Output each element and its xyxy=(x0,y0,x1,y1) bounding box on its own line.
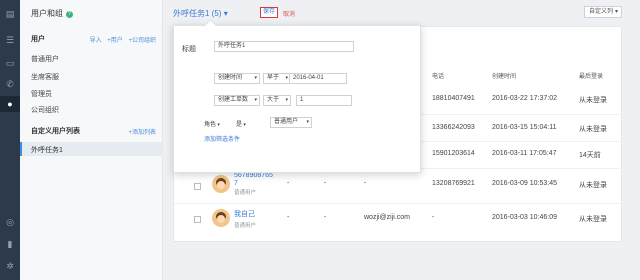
phone-icon[interactable]: ✆ xyxy=(4,78,16,90)
user-role: 普通用户 xyxy=(234,190,257,196)
add-user-link[interactable]: +用户 xyxy=(107,38,123,44)
last-login-cell: 从未登录 xyxy=(579,216,607,223)
user-name-link[interactable]: 我自己 xyxy=(234,211,255,219)
created-cell: 2016-03-11 17:05:47 xyxy=(492,150,557,157)
lists-section-head: 自定义用户列表 xyxy=(31,128,80,135)
sidebar-item-admins[interactable]: 管理员 xyxy=(31,89,52,99)
custom-columns-select[interactable]: 自定义列 xyxy=(584,6,622,18)
rule1-operator-select[interactable]: 早于 xyxy=(263,73,291,84)
created-cell: 2016-03-03 10:46:09 xyxy=(492,214,557,221)
created-cell: 2016-03-22 17:37:02 xyxy=(492,95,557,102)
empty-cell: - xyxy=(324,180,327,187)
sidebar-item-normal-users[interactable]: 普通用户 xyxy=(31,54,59,64)
table-row[interactable]: 我自己 普通用户 - - wozji@ziji.com - 2016-03-03… xyxy=(174,203,623,230)
sidebar-item-agents[interactable]: 坐席客服 xyxy=(31,72,59,82)
save-button[interactable]: 保存 xyxy=(260,7,278,18)
add-list-link[interactable]: +添加列表 xyxy=(128,127,156,136)
title-label: 标题 xyxy=(182,46,196,53)
phone-cell: 15901203614 xyxy=(432,150,475,157)
sidebar-item-label: 外呼任务1 xyxy=(31,147,63,154)
users-sidebar: 用户和组? 用户 导入 +用户 +公司组织 普通用户 坐席客服 管理员 公司组织… xyxy=(20,0,163,280)
last-login-cell: 从未登录 xyxy=(579,126,607,133)
settings-icon[interactable]: ✲ xyxy=(4,260,16,272)
empty-cell: - xyxy=(287,180,290,187)
column-header-last-login[interactable]: 最后登录 xyxy=(579,71,603,80)
rule3-operator-select[interactable]: 是 xyxy=(236,119,246,128)
list-title-text: 外呼任务1 (5) xyxy=(173,9,222,18)
created-cell: 2016-03-15 15:04:11 xyxy=(492,124,557,131)
last-login-cell: 从未登录 xyxy=(579,182,607,189)
last-login-cell: 从未登录 xyxy=(579,97,607,104)
sidebar-item-outbound-task[interactable]: 外呼任务1 xyxy=(20,142,163,156)
column-header-phone[interactable]: 电话 xyxy=(432,71,444,80)
user-name-line2: 7 xyxy=(234,180,238,187)
rule1-field-select[interactable]: 创建时间 xyxy=(214,73,260,84)
rule1-value-input[interactable]: 2016-04-01 xyxy=(289,73,347,84)
user-role: 普通用户 xyxy=(234,223,257,229)
avatar xyxy=(212,209,230,227)
sidebar-title-text: 用户和组 xyxy=(31,9,63,18)
last-login-cell: 14天前 xyxy=(579,152,601,159)
phone-cell: 13208769921 xyxy=(432,180,475,187)
list-icon[interactable]: ▤ xyxy=(4,8,16,20)
topbar: 外呼任务1 (5) ▾ 保存 取消 自定义列 xyxy=(163,0,640,26)
phone-cell: 13366242093 xyxy=(432,124,475,131)
rule2-field-select[interactable]: 创建工单数 xyxy=(214,95,260,106)
filter-popover: 标题 外呼任务1 创建时间 早于 2016-04-01 创建工单数 大于 1 角… xyxy=(173,25,421,173)
phone-cell: 18810407491 xyxy=(432,95,475,102)
globe-icon[interactable]: ◎ xyxy=(4,216,16,228)
user-icon[interactable]: ● xyxy=(0,96,20,112)
user-name-line1: 5678908765 xyxy=(234,172,273,179)
rule2-value-input[interactable]: 1 xyxy=(296,95,352,106)
add-org-link[interactable]: +公司组织 xyxy=(128,38,156,44)
created-cell: 2016-03-09 10:53:45 xyxy=(492,180,557,187)
help-icon[interactable]: ? xyxy=(66,11,73,18)
add-filter-link[interactable]: 添加筛选条件 xyxy=(204,134,240,143)
users-actions: 导入 +用户 +公司组织 xyxy=(86,35,156,44)
rule3-field-select[interactable]: 角色 xyxy=(204,119,220,128)
column-header-created[interactable]: 创建时间 xyxy=(492,71,516,80)
chart-icon[interactable]: ▮ xyxy=(4,238,16,250)
empty-cell: - xyxy=(324,214,327,221)
empty-cell: - xyxy=(432,214,435,221)
app-rail: ▤ ☰ ▭ ✆ ● ◎ ▮ ✲ xyxy=(0,0,20,280)
sidebar-item-orgs[interactable]: 公司组织 xyxy=(31,105,59,115)
empty-cell: - xyxy=(364,180,367,187)
user-name-link[interactable]: 5678908765 7 xyxy=(234,172,273,188)
list-title[interactable]: 外呼任务1 (5) ▾ xyxy=(173,8,228,19)
row-checkbox[interactable] xyxy=(194,216,201,223)
row-checkbox[interactable] xyxy=(194,183,201,190)
chevron-down-icon: ▾ xyxy=(223,9,228,18)
import-link[interactable]: 导入 xyxy=(90,38,102,44)
chat-icon[interactable]: ▭ xyxy=(4,57,16,69)
list-title-input[interactable]: 外呼任务1 xyxy=(214,41,354,52)
email-cell: wozji@ziji.com xyxy=(364,214,410,221)
avatar xyxy=(212,175,230,193)
rule2-operator-select[interactable]: 大于 xyxy=(263,95,291,106)
sidebar-title: 用户和组? xyxy=(31,8,73,19)
empty-cell: - xyxy=(287,214,290,221)
cancel-link[interactable]: 取消 xyxy=(283,9,295,18)
users-section-head: 用户 xyxy=(31,36,45,43)
menu-icon[interactable]: ☰ xyxy=(4,34,16,46)
rule3-value-select[interactable]: 普通用户 xyxy=(270,117,312,128)
